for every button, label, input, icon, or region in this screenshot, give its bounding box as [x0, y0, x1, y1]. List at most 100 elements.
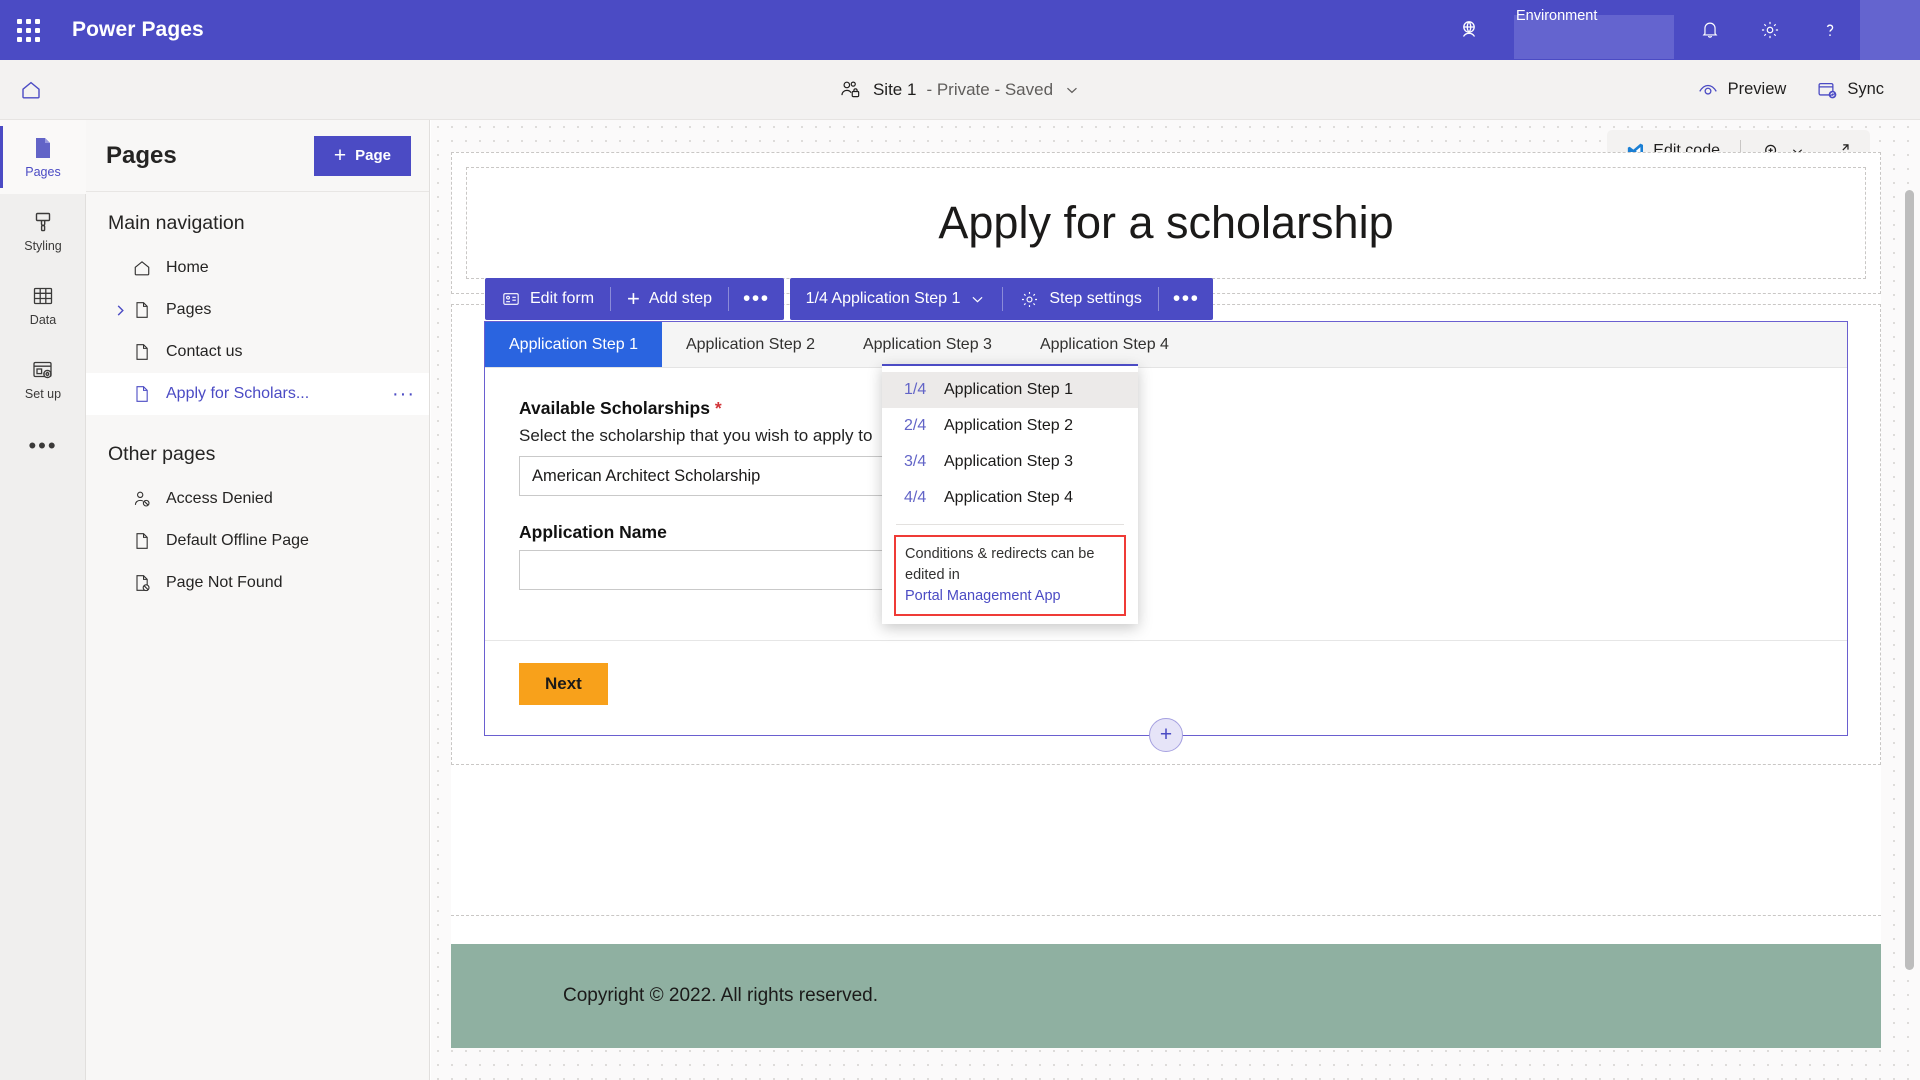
add-section-button[interactable]: +	[1149, 718, 1183, 752]
sidebar-label-access-denied: Access Denied	[166, 490, 273, 507]
sidebar-label-pages: Pages	[166, 301, 212, 318]
page-not-found-icon	[132, 573, 166, 593]
brush-icon	[30, 209, 56, 235]
preview-button[interactable]: Preview	[1685, 71, 1799, 109]
page-icon	[30, 135, 56, 161]
step-label-1: Application Step 1	[944, 381, 1073, 398]
help-available-scholarships: Select the scholarship that you wish to …	[519, 426, 873, 445]
sidebar-label-home: Home	[166, 259, 209, 276]
step-label-3: Application Step 3	[944, 453, 1073, 470]
field-available-scholarships: Available Scholarships * Select the scho…	[519, 398, 1813, 496]
step-menu-item-1[interactable]: 1/4 Application Step 1	[882, 372, 1138, 408]
page-footer[interactable]: Copyright © 2022. All rights reserved.	[451, 944, 1881, 1048]
sync-button[interactable]: Sync	[1804, 71, 1896, 109]
footer-separator	[451, 915, 1881, 916]
add-page-button[interactable]: + Page	[313, 135, 411, 176]
required-asterisk: *	[714, 398, 722, 418]
form-toolbar-right-group: 1/4 Application Step 1 Step settings •••	[789, 278, 1214, 320]
field-application-name: Application Name	[519, 522, 1813, 590]
sidebar-item-contact-us[interactable]: Contact us	[86, 331, 429, 373]
table-icon	[30, 283, 56, 309]
design-canvas: Edit code Apply for a scholarship Edit f…	[431, 120, 1920, 1080]
next-button[interactable]: Next	[519, 663, 608, 705]
environment-selector[interactable]: Environment	[1486, 0, 1680, 60]
sidebar-label-page-not-found: Page Not Found	[166, 574, 283, 591]
other-pages-title: Other pages	[108, 443, 216, 465]
step-overflow-button[interactable]: •••	[1159, 287, 1214, 311]
app-title: Power Pages	[72, 18, 204, 41]
form-body: Available Scholarships * Select the scho…	[485, 368, 1847, 626]
rail-item-pages[interactable]: Pages	[0, 120, 86, 194]
help-icon[interactable]	[1800, 0, 1860, 60]
step-dropdown-menu: 1/4 Application Step 1 2/4 Application S…	[882, 364, 1138, 625]
chevron-right-icon[interactable]	[108, 304, 132, 317]
brand-bar-right: Environment	[1452, 0, 1920, 60]
main-navigation-title: Main navigation	[108, 212, 245, 234]
sidebar-item-access-denied[interactable]: Access Denied	[86, 478, 429, 520]
note-text: Conditions & redirects can be edited in	[905, 546, 1095, 584]
page-title: Apply for a scholarship	[938, 197, 1394, 248]
section-form[interactable]: Edit form + Add step ••• 1/4 Application…	[451, 278, 1881, 765]
environment-label: Environment	[1516, 8, 1598, 24]
home-icon	[132, 258, 166, 278]
rail-item-styling[interactable]: Styling	[0, 194, 86, 268]
step-fraction-4: 4/4	[904, 489, 927, 506]
sync-icon	[1816, 79, 1838, 101]
rail-more-button[interactable]: •••	[0, 416, 86, 476]
globe-icon	[1452, 18, 1486, 42]
portal-management-app-link[interactable]: Portal Management App	[905, 586, 1115, 607]
title-block[interactable]: Apply for a scholarship	[466, 167, 1866, 279]
step-menu-item-4[interactable]: 4/4 Application Step 4	[882, 480, 1138, 516]
home-button[interactable]	[0, 60, 62, 120]
sidebar-item-overflow-button[interactable]: ···	[392, 383, 415, 406]
sidebar-item-pages[interactable]: Pages	[86, 289, 429, 331]
tab-application-step-1[interactable]: Application Step 1	[485, 322, 662, 367]
add-step-button[interactable]: + Add step	[611, 278, 728, 320]
conditions-redirects-note: Conditions & redirects can be edited in …	[894, 535, 1126, 617]
settings-icon[interactable]	[1740, 0, 1800, 60]
rail-label-setup: Set up	[24, 387, 62, 401]
step-fraction-1: 1/4	[904, 381, 927, 398]
setup-icon	[30, 357, 56, 383]
pages-panel-header: Pages + Page	[86, 120, 429, 192]
add-page-label: Page	[355, 147, 391, 164]
edit-form-button[interactable]: Edit form	[485, 278, 610, 320]
plus-icon: +	[627, 286, 640, 311]
label-available-scholarships: Available Scholarships *	[519, 398, 1813, 419]
waffle-icon	[16, 18, 40, 42]
edit-form-icon	[501, 289, 521, 309]
rail-item-setup[interactable]: Set up	[0, 342, 86, 416]
step-settings-button[interactable]: Step settings	[1003, 278, 1158, 320]
site-name: Site 1	[872, 79, 917, 99]
sidebar-item-default-offline-page[interactable]: Default Offline Page	[86, 520, 429, 562]
canvas-scrollbar[interactable]	[1905, 190, 1914, 1070]
rail-item-data[interactable]: Data	[0, 268, 86, 342]
step-menu-item-2[interactable]: 2/4 Application Step 2	[882, 408, 1138, 444]
file-icon	[132, 531, 166, 551]
sidebar-item-page-not-found[interactable]: Page Not Found	[86, 562, 429, 604]
canvas-scrollbar-thumb[interactable]	[1905, 190, 1914, 970]
preview-icon	[1697, 79, 1719, 101]
form-overflow-button[interactable]: •••	[729, 287, 784, 311]
multistep-form[interactable]: Edit form + Add step ••• 1/4 Application…	[484, 278, 1848, 752]
sync-label: Sync	[1847, 80, 1884, 98]
page-surface: Apply for a scholarship Edit form + Add …	[451, 152, 1881, 1048]
site-selector[interactable]: Site 1 - Private - Saved	[829, 73, 1091, 107]
chevron-down-icon	[1063, 81, 1081, 99]
app-launcher-button[interactable]	[0, 0, 56, 60]
tab-application-step-2[interactable]: Application Step 2	[662, 322, 839, 367]
step-fraction-2: 2/4	[904, 417, 927, 434]
section-title[interactable]: Apply for a scholarship	[451, 152, 1881, 294]
step-menu-item-3[interactable]: 3/4 Application Step 3	[882, 444, 1138, 480]
step-label-4: Application Step 4	[944, 489, 1073, 506]
step-selector-button[interactable]: 1/4 Application Step 1	[790, 278, 1003, 320]
notifications-icon[interactable]	[1680, 0, 1740, 60]
sidebar-item-apply-for-scholarship[interactable]: Apply for Scholars... ···	[86, 373, 429, 415]
tab-application-step-3[interactable]: Application Step 3	[839, 322, 1016, 367]
step-settings-label: Step settings	[1049, 290, 1142, 307]
sidebar-item-home[interactable]: Home	[86, 247, 429, 289]
tab-application-step-4[interactable]: Application Step 4	[1016, 322, 1193, 367]
user-avatar[interactable]	[1860, 0, 1920, 60]
edit-form-label: Edit form	[530, 290, 595, 307]
gear-icon	[1019, 289, 1040, 310]
